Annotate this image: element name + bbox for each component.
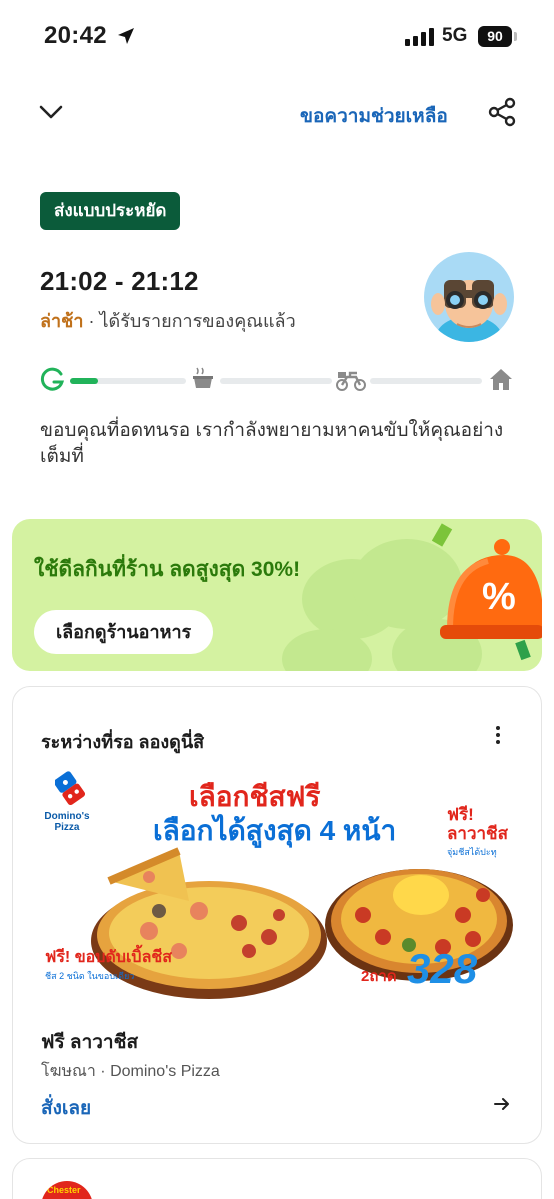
searching-driver-illustration bbox=[424, 252, 514, 342]
ad-banner-image[interactable]: Domino's Pizza เลือกชีสฟรี เลือกได้สูงสุ… bbox=[39, 765, 515, 1001]
discount-cloche-icon: % bbox=[432, 523, 542, 661]
delivery-type-badge: ส่งแบบประหยัด bbox=[40, 192, 181, 230]
motorbike-icon bbox=[336, 371, 366, 391]
ad-brand-text: Domino's Pizza bbox=[44, 811, 90, 833]
battery-icon: 90 bbox=[478, 26, 512, 47]
chester-logo: Chester bbox=[41, 1181, 93, 1199]
ad-free-left-title: ฟรี! ขอบดับเบิ้ลชีส bbox=[45, 949, 172, 966]
ad-free-right-title: ฟรี! ลาวาชีส bbox=[447, 805, 508, 843]
late-label: ล่าช้า bbox=[40, 311, 84, 331]
ad-free-left-note: ชีส 2 ชนิด ในขอบเดียว bbox=[45, 971, 135, 981]
next-ad-card[interactable]: Chester bbox=[12, 1158, 542, 1199]
food-bowl-icon bbox=[193, 367, 213, 388]
location-arrow-icon bbox=[118, 28, 134, 44]
home-icon bbox=[490, 369, 512, 390]
order-now-link[interactable]: สั่งเลย bbox=[41, 1093, 91, 1123]
progress-bar-stage-1 bbox=[70, 378, 186, 384]
ad-price: 328 bbox=[407, 945, 478, 992]
battery-tip bbox=[514, 32, 517, 41]
status-time: 20:42 bbox=[44, 22, 107, 49]
ad-free-left: ฟรี! ขอบดับเบิ้ลชีส ชีส 2 ชนิด ในขอบเดีย… bbox=[45, 949, 172, 985]
chester-logo-text: Chester bbox=[47, 1185, 81, 1195]
more-options-icon[interactable] bbox=[491, 723, 505, 751]
wait-message: ขอบคุณที่อดทนรอ เรากำลังพยายามหาคนขับให้… bbox=[40, 420, 504, 467]
sponsored-ad-card[interactable]: ระหว่างที่รอ ลองดูนี่สิ Domino's Pizza เ… bbox=[12, 686, 542, 1144]
ad-tray-count: 2ถาด bbox=[361, 968, 397, 985]
progress-bar-stage-2 bbox=[220, 378, 332, 384]
ad-section-title: ระหว่างที่รอ ลองดูนี่สิ bbox=[41, 732, 205, 752]
binoculars-icon bbox=[431, 280, 507, 342]
order-status-text: · ได้รับรายการของคุณแล้ว bbox=[83, 311, 296, 331]
progress-bar-fill bbox=[70, 378, 98, 384]
eta-status: ล่าช้า · ได้รับรายการของคุณแล้ว bbox=[40, 306, 296, 335]
delivery-progress-tracker bbox=[40, 366, 518, 396]
dine-in-promo-banner[interactable]: ใช้ดีลกินที่ร้าน ลดสูงสุด 30%! เลือกดูร้… bbox=[12, 519, 542, 671]
browse-restaurants-button[interactable]: เลือกดูร้านอาหาร bbox=[34, 610, 214, 654]
ad-free-right-note: จุ่มชีสได้ปะทุ bbox=[447, 847, 497, 857]
ad-sponsor: โฆษณา · Domino's Pizza bbox=[41, 1063, 220, 1080]
status-bar: 20:42 5G 90 bbox=[0, 0, 554, 72]
svg-text:%: % bbox=[482, 576, 516, 618]
ad-name: ฟรี ลาวาชีส bbox=[41, 1032, 139, 1053]
dominos-logo-icon bbox=[55, 771, 85, 806]
chevron-down-icon[interactable] bbox=[36, 98, 66, 126]
promo-title: ใช้ดีลกินที่ร้าน ลดสูงสุด 30%! bbox=[34, 558, 301, 581]
eta-time: 21:02 - 21:12 bbox=[40, 266, 199, 296]
progress-bar-stage-3 bbox=[370, 378, 482, 384]
top-nav: ขอความช่วยเหลือ bbox=[0, 90, 554, 134]
ad-free-right: ฟรี! ลาวาชีส จุ่มชีสได้ปะทุ bbox=[447, 805, 515, 862]
network-type: 5G bbox=[442, 25, 468, 46]
cellular-signal-icon bbox=[405, 28, 434, 46]
help-link[interactable]: ขอความช่วยเหลือ bbox=[300, 101, 448, 131]
arrow-right-icon[interactable] bbox=[491, 1093, 513, 1115]
share-icon[interactable] bbox=[486, 96, 518, 128]
grab-logo-icon bbox=[40, 367, 65, 391]
